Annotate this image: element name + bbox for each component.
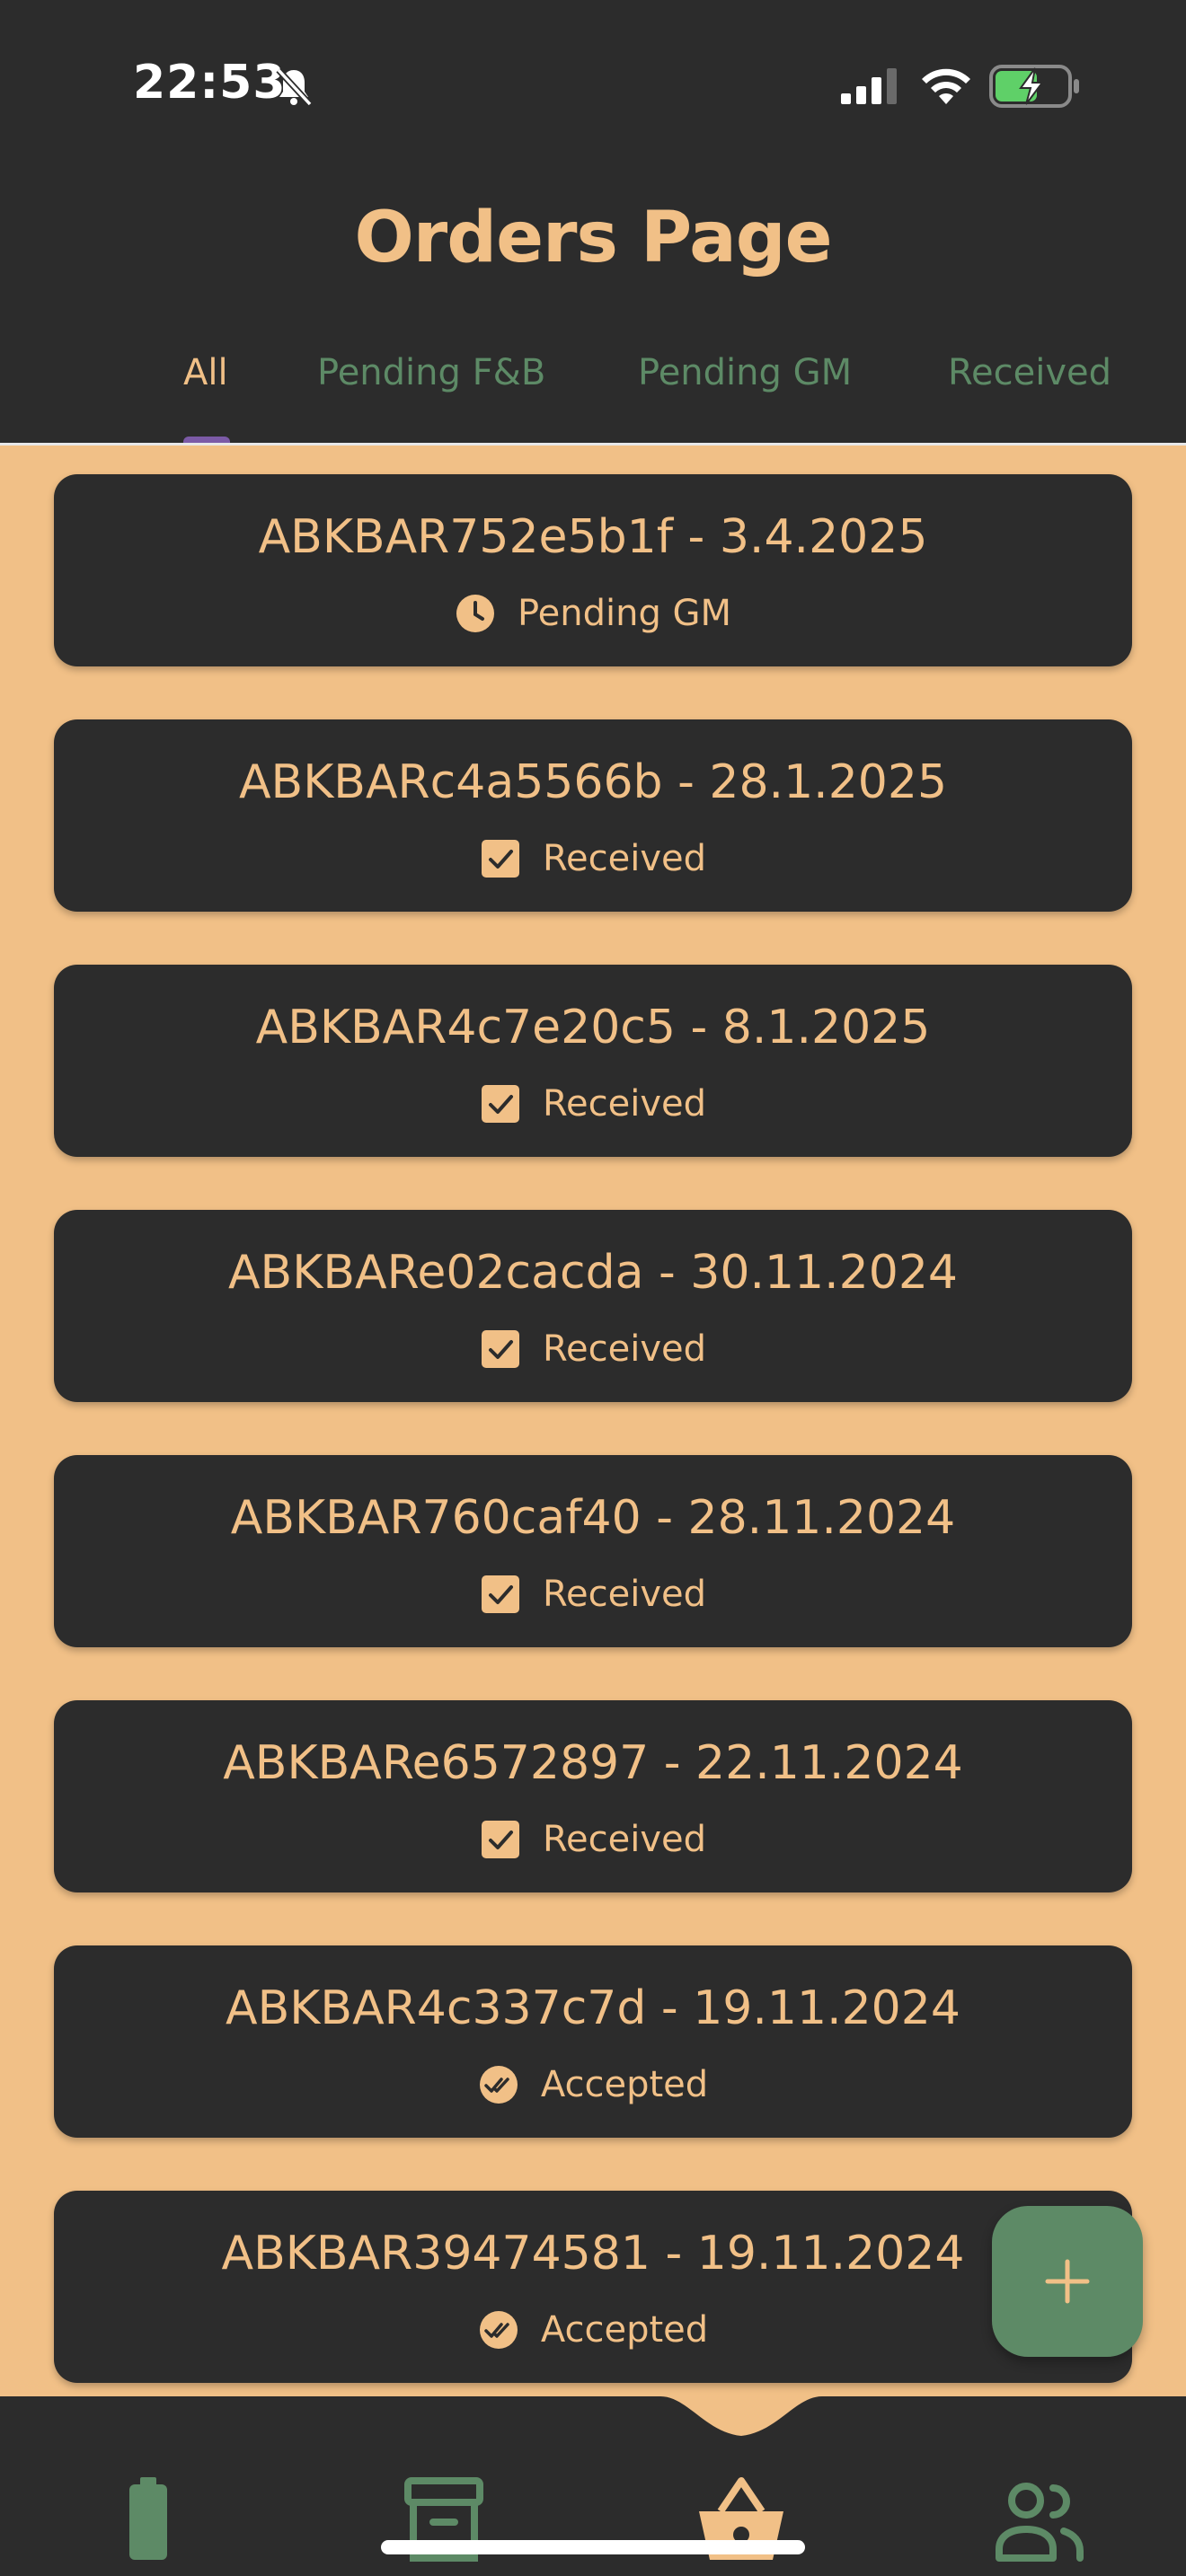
order-status: Received (54, 1572, 1132, 1617)
plus-icon (1045, 2259, 1090, 2304)
order-card[interactable]: ABKBAR4c7e20c5 - 8.1.2025 Received (54, 965, 1132, 1157)
checkbox-icon (482, 840, 519, 878)
order-card[interactable]: ABKBAR752e5b1f - 3.4.2025 Pending GM (54, 474, 1132, 666)
order-status: Accepted (54, 2062, 1132, 2107)
order-title: ABKBAR4c7e20c5 - 8.1.2025 (255, 1001, 931, 1054)
add-order-button[interactable] (992, 2206, 1143, 2357)
people-icon[interactable] (994, 2481, 1084, 2562)
tab-pending-gm[interactable]: Pending GM (638, 352, 852, 442)
home-indicator[interactable] (381, 2540, 805, 2554)
status-label: Accepted (540, 2064, 709, 2105)
order-status: Received (54, 1817, 1132, 1862)
tab-bar: All Pending F&B Pending GM Received (0, 352, 1186, 444)
double-check-icon (479, 2311, 518, 2349)
tab-pending-fb[interactable]: Pending F&B (317, 352, 545, 442)
checkbox-icon (482, 1085, 519, 1123)
order-title: ABKBARe02cacda - 30.11.2024 (227, 1246, 959, 1300)
app-header: 22:53 Orders Page All Pending F&B Pendin… (0, 0, 1186, 446)
order-title: ABKBAR760caf40 - 28.11.2024 (230, 1491, 956, 1545)
double-check-icon (479, 2066, 518, 2104)
order-card[interactable]: ABKBARe6572897 - 22.11.2024 Received (54, 1700, 1132, 1892)
order-card[interactable]: ABKBAR4c337c7d - 19.11.2024 Accepted (54, 1945, 1132, 2138)
checkbox-icon (482, 1330, 519, 1368)
order-status: Accepted (54, 2307, 1132, 2352)
order-title: ABKBAR752e5b1f - 3.4.2025 (258, 510, 928, 564)
status-label: Received (543, 1083, 706, 1125)
bell-off-icon (276, 67, 313, 107)
battery-charging-icon (989, 65, 1079, 108)
checkbox-icon (482, 1821, 519, 1858)
order-title: ABKBAR4c337c7d - 19.11.2024 (226, 1981, 960, 2035)
order-status: Received (54, 1327, 1132, 1372)
tab-all[interactable]: All (183, 352, 228, 442)
status-label: Received (543, 838, 706, 879)
order-status: Received (54, 836, 1132, 881)
status-label: Received (543, 1819, 706, 1860)
order-card[interactable]: ABKBARe02cacda - 30.11.2024 Received (54, 1210, 1132, 1402)
status-label: Received (543, 1574, 706, 1615)
order-status: Received (54, 1081, 1132, 1126)
status-bar: 22:53 (0, 0, 1186, 171)
order-status: Pending GM (54, 591, 1132, 636)
wifi-icon (922, 68, 970, 104)
status-label: Accepted (540, 2309, 709, 2351)
order-card[interactable]: ABKBARc4a5566b - 28.1.2025 Received (54, 719, 1132, 912)
battery-icon[interactable] (126, 2475, 171, 2562)
signal-icon (841, 68, 897, 104)
order-title: ABKBARc4a5566b - 28.1.2025 (238, 755, 948, 809)
page-title: Orders Page (354, 198, 832, 278)
status-time: 22:53 (133, 56, 287, 110)
tab-received[interactable]: Received (948, 352, 1111, 442)
order-list[interactable]: ABKBAR752e5b1f - 3.4.2025 Pending GM ABK… (0, 446, 1186, 2396)
clock-icon (456, 595, 494, 632)
order-card[interactable]: ABKBAR39474581 - 19.11.2024 Accepted (54, 2191, 1132, 2383)
checkbox-icon (482, 1575, 519, 1613)
order-title: ABKBAR39474581 - 19.11.2024 (221, 2227, 965, 2280)
status-label: Received (543, 1328, 706, 1370)
order-title: ABKBARe6572897 - 22.11.2024 (223, 1736, 963, 1790)
status-label: Pending GM (517, 593, 732, 634)
order-card[interactable]: ABKBAR760caf40 - 28.11.2024 Received (54, 1455, 1132, 1647)
